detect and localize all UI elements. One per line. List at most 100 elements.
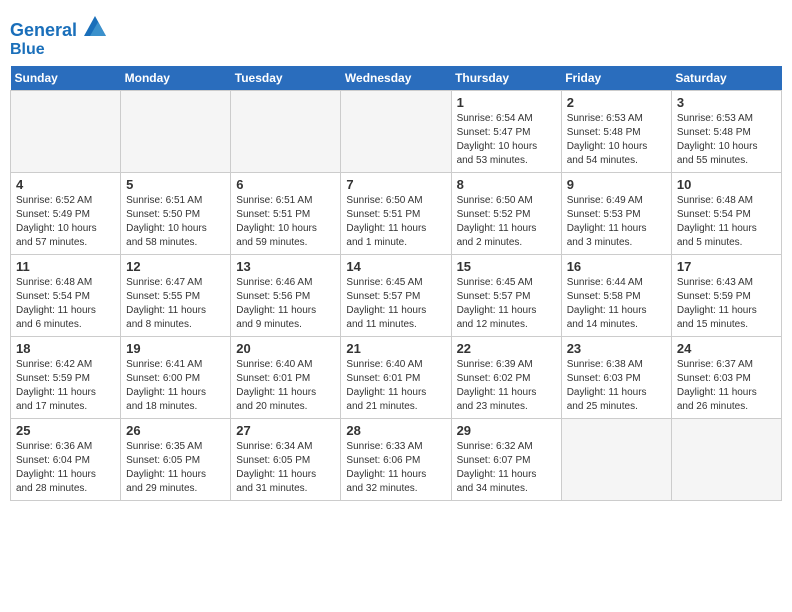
day-info: Sunrise: 6:54 AMSunset: 5:47 PMDaylight:… xyxy=(457,112,556,168)
calendar-cell: 17 Sunrise: 6:43 AMSunset: 5:59 PMDayligh… xyxy=(671,255,781,337)
day-number: 11 xyxy=(16,259,115,274)
day-number: 21 xyxy=(346,341,445,356)
day-info: Sunrise: 6:41 AMSunset: 6:00 PMDaylight:… xyxy=(126,358,225,414)
calendar-cell: 24Sunrise: 6:37 AMSunset: 6:03 PMDayligh… xyxy=(671,337,781,419)
day-number: 14 xyxy=(346,259,445,274)
calendar-cell: 28Sunrise: 6:33 AMSunset: 6:06 PMDayligh… xyxy=(341,419,451,501)
day-info: Sunrise: 6:40 AMSunset: 6:01 PMDaylight:… xyxy=(346,358,445,414)
calendar-cell xyxy=(561,419,671,501)
day-number: 3 xyxy=(677,95,776,110)
day-info: Sunrise: 6:38 AMSunset: 6:03 PMDaylight:… xyxy=(567,358,666,414)
day-number: 2 xyxy=(567,95,666,110)
calendar-week-3: 11 Sunrise: 6:48 AMSunset: 5:54 PMDayligh… xyxy=(11,255,782,337)
calendar-cell: 9Sunrise: 6:49 AMSunset: 5:53 PMDaylight… xyxy=(561,173,671,255)
day-number: 10 xyxy=(677,177,776,192)
day-number: 5 xyxy=(126,177,225,192)
col-header-monday: Monday xyxy=(121,66,231,91)
calendar-cell: 21 Sunrise: 6:40 AMSunset: 6:01 PMDayligh… xyxy=(341,337,451,419)
day-number: 18 xyxy=(16,341,115,356)
col-header-wednesday: Wednesday xyxy=(341,66,451,91)
day-info: Sunrise: 6:36 AMSunset: 6:04 PMDaylight:… xyxy=(16,440,115,496)
day-info: Sunrise: 6:51 AMSunset: 5:51 PMDaylight:… xyxy=(236,194,335,250)
day-info: Sunrise: 6:34 AMSunset: 6:05 PMDaylight:… xyxy=(236,440,335,496)
calendar-cell xyxy=(11,91,121,173)
calendar-cell xyxy=(341,91,451,173)
calendar-cell: 11 Sunrise: 6:48 AMSunset: 5:54 PMDayligh… xyxy=(11,255,121,337)
calendar-cell: 1 Sunrise: 6:54 AMSunset: 5:47 PMDaylight… xyxy=(451,91,561,173)
day-number: 27 xyxy=(236,423,335,438)
calendar-week-4: 18 Sunrise: 6:42 AMSunset: 5:59 PMDayligh… xyxy=(11,337,782,419)
day-number: 25 xyxy=(16,423,115,438)
calendar-cell: 27 Sunrise: 6:34 AMSunset: 6:05 PMDayligh… xyxy=(231,419,341,501)
logo-general: General xyxy=(10,20,77,40)
day-number: 13 xyxy=(236,259,335,274)
day-info: Sunrise: 6:32 AMSunset: 6:07 PMDaylight:… xyxy=(457,440,556,496)
col-header-tuesday: Tuesday xyxy=(231,66,341,91)
day-info: Sunrise: 6:50 AMSunset: 5:51 PMDaylight:… xyxy=(346,194,445,250)
day-info: Sunrise: 6:35 AMSunset: 6:05 PMDaylight:… xyxy=(126,440,225,496)
day-info: Sunrise: 6:44 AMSunset: 5:58 PMDaylight:… xyxy=(567,276,666,332)
calendar-cell: 19 Sunrise: 6:41 AMSunset: 6:00 PMDayligh… xyxy=(121,337,231,419)
calendar-cell: 22 Sunrise: 6:39 AMSunset: 6:02 PMDayligh… xyxy=(451,337,561,419)
calendar-week-2: 4Sunrise: 6:52 AMSunset: 5:49 PMDaylight… xyxy=(11,173,782,255)
col-header-friday: Friday xyxy=(561,66,671,91)
day-info: Sunrise: 6:39 AMSunset: 6:02 PMDaylight:… xyxy=(457,358,556,414)
calendar-cell: 7 Sunrise: 6:50 AMSunset: 5:51 PMDaylight… xyxy=(341,173,451,255)
day-info: Sunrise: 6:33 AMSunset: 6:06 PMDaylight:… xyxy=(346,440,445,496)
logo-icon xyxy=(84,16,106,36)
day-info: Sunrise: 6:53 AMSunset: 5:48 PMDaylight:… xyxy=(567,112,666,168)
day-number: 26 xyxy=(126,423,225,438)
calendar-cell: 16 Sunrise: 6:44 AMSunset: 5:58 PMDayligh… xyxy=(561,255,671,337)
day-info: Sunrise: 6:43 AMSunset: 5:59 PMDaylight:… xyxy=(677,276,776,332)
day-number: 23 xyxy=(567,341,666,356)
day-number: 15 xyxy=(457,259,556,274)
calendar-cell: 14 Sunrise: 6:45 AMSunset: 5:57 PMDayligh… xyxy=(341,255,451,337)
day-number: 6 xyxy=(236,177,335,192)
day-info: Sunrise: 6:48 AMSunset: 5:54 PMDaylight:… xyxy=(677,194,776,250)
page-header: General Blue xyxy=(10,10,782,58)
calendar-cell: 4Sunrise: 6:52 AMSunset: 5:49 PMDaylight… xyxy=(11,173,121,255)
day-number: 17 xyxy=(677,259,776,274)
calendar-cell: 12Sunrise: 6:47 AMSunset: 5:55 PMDayligh… xyxy=(121,255,231,337)
day-number: 29 xyxy=(457,423,556,438)
calendar-cell: 29 Sunrise: 6:32 AMSunset: 6:07 PMDayligh… xyxy=(451,419,561,501)
day-info: Sunrise: 6:50 AMSunset: 5:52 PMDaylight:… xyxy=(457,194,556,250)
calendar-cell: 6 Sunrise: 6:51 AMSunset: 5:51 PMDaylight… xyxy=(231,173,341,255)
day-info: Sunrise: 6:53 AMSunset: 5:48 PMDaylight:… xyxy=(677,112,776,168)
calendar-table: SundayMondayTuesdayWednesdayThursdayFrid… xyxy=(10,66,782,501)
calendar-cell: 15Sunrise: 6:45 AMSunset: 5:57 PMDayligh… xyxy=(451,255,561,337)
calendar-cell xyxy=(231,91,341,173)
logo-blue: Blue xyxy=(10,41,106,59)
calendar-cell: 13 Sunrise: 6:46 AMSunset: 5:56 PMDayligh… xyxy=(231,255,341,337)
calendar-cell xyxy=(121,91,231,173)
day-number: 20 xyxy=(236,341,335,356)
calendar-week-5: 25 Sunrise: 6:36 AMSunset: 6:04 PMDayligh… xyxy=(11,419,782,501)
calendar-cell xyxy=(671,419,781,501)
day-info: Sunrise: 6:52 AMSunset: 5:49 PMDaylight:… xyxy=(16,194,115,250)
day-info: Sunrise: 6:49 AMSunset: 5:53 PMDaylight:… xyxy=(567,194,666,250)
day-info: Sunrise: 6:37 AMSunset: 6:03 PMDaylight:… xyxy=(677,358,776,414)
calendar-cell: 20 Sunrise: 6:40 AMSunset: 6:01 PMDayligh… xyxy=(231,337,341,419)
day-number: 7 xyxy=(346,177,445,192)
day-number: 1 xyxy=(457,95,556,110)
day-number: 19 xyxy=(126,341,225,356)
calendar-cell: 3 Sunrise: 6:53 AMSunset: 5:48 PMDaylight… xyxy=(671,91,781,173)
calendar-cell: 18 Sunrise: 6:42 AMSunset: 5:59 PMDayligh… xyxy=(11,337,121,419)
day-info: Sunrise: 6:46 AMSunset: 5:56 PMDaylight:… xyxy=(236,276,335,332)
logo-text: General xyxy=(10,16,106,41)
day-info: Sunrise: 6:48 AMSunset: 5:54 PMDaylight:… xyxy=(16,276,115,332)
day-number: 22 xyxy=(457,341,556,356)
day-number: 8 xyxy=(457,177,556,192)
calendar-cell: 10 Sunrise: 6:48 AMSunset: 5:54 PMDayligh… xyxy=(671,173,781,255)
calendar-cell: 26 Sunrise: 6:35 AMSunset: 6:05 PMDayligh… xyxy=(121,419,231,501)
calendar-week-1: 1 Sunrise: 6:54 AMSunset: 5:47 PMDaylight… xyxy=(11,91,782,173)
day-number: 16 xyxy=(567,259,666,274)
day-info: Sunrise: 6:40 AMSunset: 6:01 PMDaylight:… xyxy=(236,358,335,414)
logo: General Blue xyxy=(10,16,106,58)
calendar-header-row: SundayMondayTuesdayWednesdayThursdayFrid… xyxy=(11,66,782,91)
day-info: Sunrise: 6:45 AMSunset: 5:57 PMDaylight:… xyxy=(346,276,445,332)
calendar-cell: 8 Sunrise: 6:50 AMSunset: 5:52 PMDaylight… xyxy=(451,173,561,255)
calendar-cell: 25 Sunrise: 6:36 AMSunset: 6:04 PMDayligh… xyxy=(11,419,121,501)
day-info: Sunrise: 6:42 AMSunset: 5:59 PMDaylight:… xyxy=(16,358,115,414)
calendar-cell: 2 Sunrise: 6:53 AMSunset: 5:48 PMDaylight… xyxy=(561,91,671,173)
